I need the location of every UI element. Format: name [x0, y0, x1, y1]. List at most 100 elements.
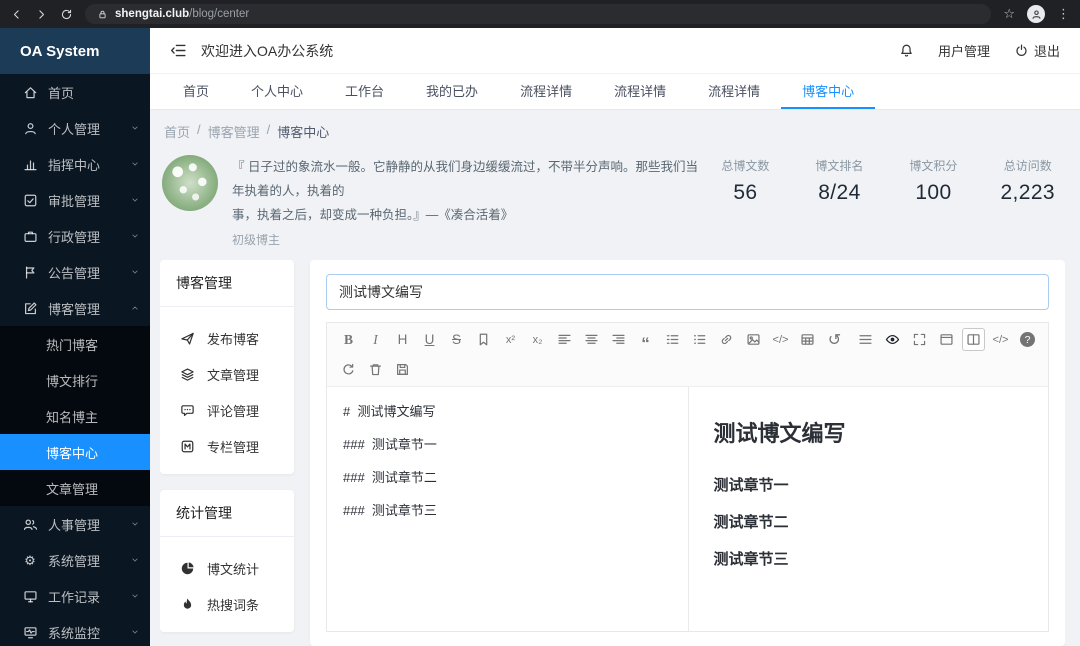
sidebar-item-home[interactable]: 首页 [0, 74, 150, 110]
tab-process-detail-3[interactable]: 流程详情 [687, 74, 781, 109]
sidebar-item-label: 工作记录 [48, 587, 120, 606]
sidebar-item-label: 首页 [48, 83, 140, 102]
tab-workbench[interactable]: 工作台 [324, 74, 405, 109]
save-icon[interactable] [391, 358, 414, 381]
tab-home[interactable]: 首页 [162, 74, 230, 109]
send-icon [180, 331, 195, 346]
sidebar-item-command-center[interactable]: 指挥中心 [0, 146, 150, 182]
tab-personal-center[interactable]: 个人中心 [230, 74, 324, 109]
sidebar-item-administration[interactable]: 行政管理 [0, 218, 150, 254]
stat-value: 8/24 [812, 181, 866, 205]
bookmark-star-icon[interactable]: ☆ [1003, 6, 1015, 22]
reading-mode-icon[interactable] [935, 328, 958, 351]
fire-icon [180, 597, 195, 612]
browser-forward-icon[interactable] [35, 8, 48, 21]
sidebar-item-system-management[interactable]: ⚙ 系统管理 [0, 542, 150, 578]
sidebar-item-label: 博文排行 [46, 371, 140, 390]
markdown-editor: B I H U S x² x₂ “ [326, 322, 1049, 632]
toc-icon[interactable] [854, 328, 877, 351]
superscript-icon[interactable]: x² [499, 328, 522, 351]
blockquote-icon[interactable]: “ [634, 328, 657, 351]
ordered-list-icon[interactable] [661, 328, 684, 351]
sidebar-item-hr[interactable]: 人事管理 [0, 506, 150, 542]
sidebar-item-famous-bloggers[interactable]: 知名博主 [0, 398, 150, 434]
blogger-stats: 总博文数 56 博文排名 8/24 博文积分 100 总访问数 2,223 [718, 153, 1065, 205]
sidebar-item-article-management[interactable]: 文章管理 [0, 470, 150, 506]
stat-total-visits: 总访问数 2,223 [1000, 157, 1055, 205]
panel-item-column-management[interactable]: 专栏管理 [160, 428, 294, 464]
fullscreen-icon[interactable] [908, 328, 931, 351]
panel-item-blog-statistics[interactable]: 博文统计 [160, 550, 294, 586]
breadcrumb-blog-management[interactable]: 博客管理 [208, 122, 260, 141]
sidebar-item-announcement[interactable]: 公告管理 [0, 254, 150, 290]
home-icon [22, 85, 38, 100]
trash-icon[interactable] [364, 358, 387, 381]
sidebar-item-approval[interactable]: 审批管理 [0, 182, 150, 218]
help-icon[interactable]: ? [1016, 328, 1039, 351]
chevron-down-icon [130, 591, 140, 601]
browser-reload-icon[interactable] [60, 8, 73, 21]
stat-value: 2,223 [1000, 181, 1055, 205]
html-code-icon[interactable]: </> [989, 328, 1012, 351]
sidebar-item-label: 行政管理 [48, 227, 120, 246]
split-view-icon[interactable] [962, 328, 985, 351]
panel-item-publish-blog[interactable]: 发布博客 [160, 320, 294, 356]
tab-process-detail-2[interactable]: 流程详情 [593, 74, 687, 109]
bar-chart-icon [22, 157, 38, 172]
table-icon[interactable] [796, 328, 819, 351]
sidebar-item-blog-management[interactable]: 博客管理 [0, 290, 150, 326]
sidebar-item-blog-ranking[interactable]: 博文排行 [0, 362, 150, 398]
flag-icon [22, 265, 38, 280]
stats-panel-title: 统计管理 [160, 490, 294, 537]
heading-icon[interactable]: H [391, 328, 414, 351]
tab-process-detail-1[interactable]: 流程详情 [499, 74, 593, 109]
align-center-icon[interactable] [580, 328, 603, 351]
panel-item-hot-search[interactable]: 热搜词条 [160, 586, 294, 622]
content-area: 首页 / 博客管理 / 博客中心 『 日子过的象流水一般。它静静的从我们身边缓缓… [150, 110, 1080, 646]
unordered-list-icon[interactable] [688, 328, 711, 351]
sidebar-item-personal[interactable]: 个人管理 [0, 110, 150, 146]
url-bar[interactable]: shengtai.club/blog/center [85, 4, 991, 24]
browser-back-icon[interactable] [10, 8, 23, 21]
sidebar-item-system-monitor[interactable]: 系统监控 [0, 614, 150, 646]
blog-title-input[interactable] [326, 274, 1049, 310]
chevron-up-icon [130, 303, 140, 313]
panel-item-comment-management[interactable]: 评论管理 [160, 392, 294, 428]
link-icon[interactable] [715, 328, 738, 351]
chevron-down-icon [130, 123, 140, 133]
source-line: ### 测试章节一 [343, 428, 672, 461]
url-text: shengtai.club/blog/center [115, 8, 249, 20]
code-icon[interactable]: </> [769, 328, 792, 351]
panel-item-article-management[interactable]: 文章管理 [160, 356, 294, 392]
bookmark-icon[interactable] [472, 328, 495, 351]
tab-my-done[interactable]: 我的已办 [405, 74, 499, 109]
sidebar-collapse-icon[interactable] [170, 42, 187, 59]
browser-chrome: shengtai.club/blog/center ☆ ⋮ [0, 0, 1080, 28]
browser-profile-avatar[interactable] [1027, 5, 1045, 23]
subscript-icon[interactable]: x₂ [526, 328, 549, 351]
sync-icon[interactable] [337, 358, 360, 381]
blog-panel-column: 博客管理 发布博客 文章管理 [160, 260, 294, 646]
logout-label: 退出 [1034, 41, 1060, 60]
power-icon [1014, 43, 1029, 58]
italic-icon[interactable]: I [364, 328, 387, 351]
image-icon[interactable] [742, 328, 765, 351]
align-left-icon[interactable] [553, 328, 576, 351]
sidebar-item-work-records[interactable]: 工作记录 [0, 578, 150, 614]
notification-bell-icon[interactable] [899, 43, 914, 58]
breadcrumb-separator: / [267, 122, 271, 141]
logout-button[interactable]: 退出 [1014, 41, 1060, 60]
align-right-icon[interactable] [607, 328, 630, 351]
browser-menu-icon[interactable]: ⋮ [1057, 6, 1070, 22]
user-management-link[interactable]: 用户管理 [938, 41, 990, 60]
markdown-source-pane[interactable]: # 测试博文编写 ### 测试章节一 ### 测试章节二 ### 测试章节三 [327, 387, 688, 631]
breadcrumb-home[interactable]: 首页 [164, 122, 190, 141]
preview-eye-icon[interactable] [881, 328, 904, 351]
sidebar-item-hot-blogs[interactable]: 热门博客 [0, 326, 150, 362]
underline-icon[interactable]: U [418, 328, 441, 351]
sidebar-item-blog-center[interactable]: 博客中心 [0, 434, 150, 470]
tab-blog-center[interactable]: 博客中心 [781, 74, 875, 109]
strikethrough-icon[interactable]: S [445, 328, 468, 351]
bold-icon[interactable]: B [337, 328, 360, 351]
undo-icon[interactable]: ↺ [823, 328, 846, 351]
